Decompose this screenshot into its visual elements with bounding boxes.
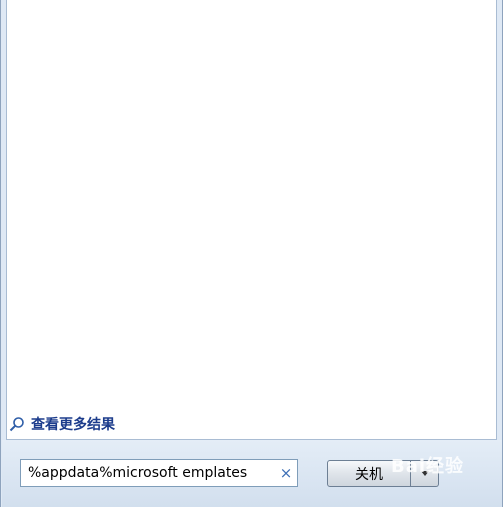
clear-search-icon[interactable]: × [275, 461, 297, 485]
search-box[interactable]: × [20, 459, 298, 487]
shutdown-control: 关机 [327, 460, 439, 487]
search-input[interactable] [21, 461, 275, 485]
shutdown-options-button[interactable] [411, 460, 439, 487]
search-results-pane [6, 0, 497, 440]
see-more-results-label: 查看更多结果 [31, 417, 115, 433]
chevron-down-icon [420, 471, 429, 476]
shutdown-button[interactable]: 关机 [327, 460, 411, 487]
search-icon [9, 416, 25, 432]
see-more-results-link[interactable]: 查看更多结果 [9, 413, 115, 435]
start-menu: 查看更多结果 × 关机 Bai经验 [0, 0, 503, 507]
